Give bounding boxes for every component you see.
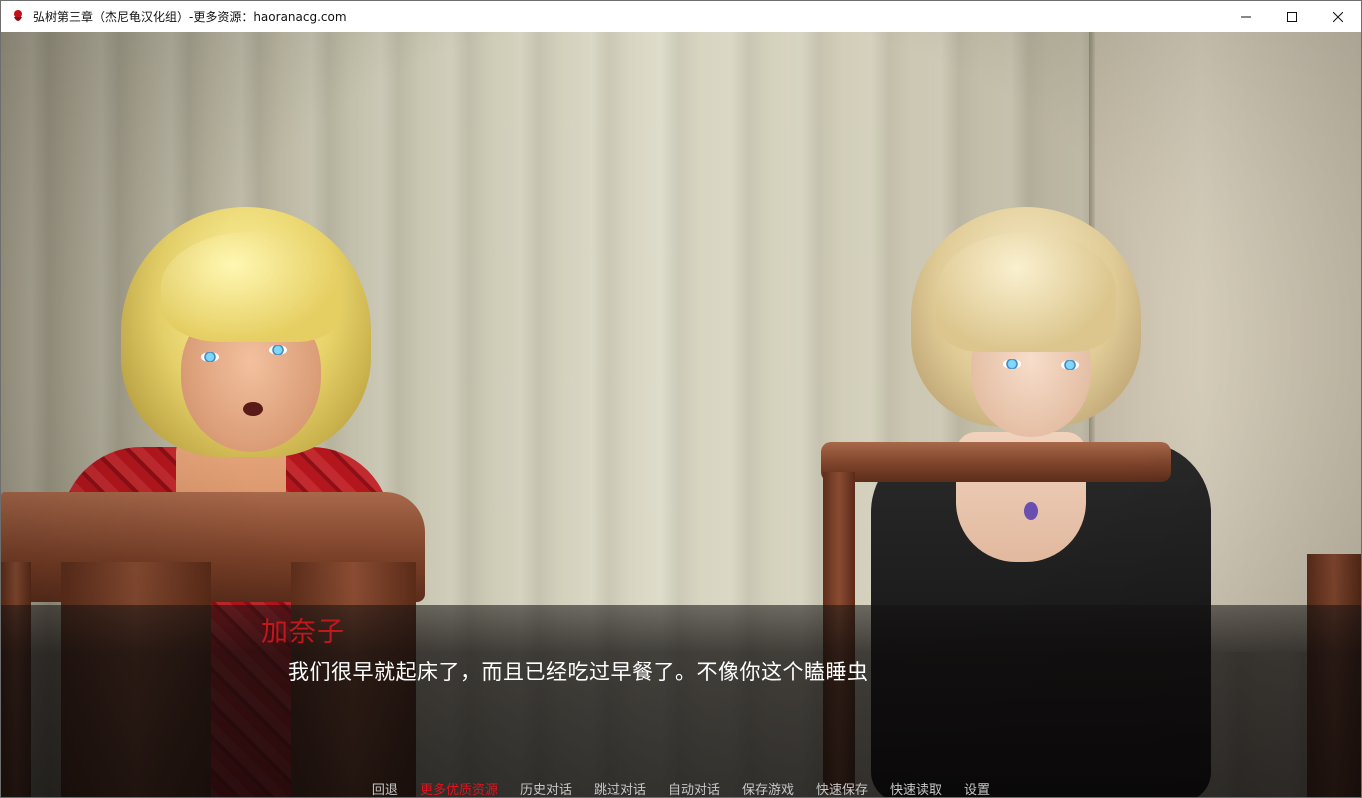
quick-menu-save[interactable]: 保存游戏 bbox=[742, 779, 794, 797]
speaker-name: 加奈子 bbox=[261, 617, 345, 648]
maximize-button[interactable] bbox=[1269, 1, 1315, 32]
window-title: 弘树第三章（杰尼龟汉化组）-更多资源：haoranacg.com bbox=[33, 10, 347, 24]
quick-menu-more-resources[interactable]: 更多优质资源 bbox=[420, 779, 498, 797]
title-bar[interactable]: 弘树第三章（杰尼龟汉化组）-更多资源：haoranacg.com bbox=[1, 1, 1361, 32]
close-icon bbox=[1333, 11, 1343, 22]
minimize-button[interactable] bbox=[1223, 1, 1269, 32]
quick-menu-auto[interactable]: 自动对话 bbox=[668, 779, 720, 797]
window-controls bbox=[1223, 1, 1361, 32]
close-button[interactable] bbox=[1315, 1, 1361, 32]
quick-menu-quick-save[interactable]: 快速保存 bbox=[816, 779, 868, 797]
app-icon bbox=[10, 9, 26, 25]
quick-menu: 回退 更多优质资源 历史对话 跳过对话 自动对话 保存游戏 快速保存 快速读取 … bbox=[1, 779, 1361, 797]
quick-menu-quick-load[interactable]: 快速读取 bbox=[890, 779, 942, 797]
dialogue-text: 我们很早就起床了，而且已经吃过早餐了。不像你这个瞌睡虫 bbox=[288, 660, 869, 684]
quick-menu-rollback[interactable]: 回退 bbox=[372, 779, 398, 797]
quick-menu-settings[interactable]: 设置 bbox=[964, 779, 990, 797]
quick-menu-skip[interactable]: 跳过对话 bbox=[594, 779, 646, 797]
minimize-icon bbox=[1241, 16, 1251, 17]
game-window: 弘树第三章（杰尼龟汉化组）-更多资源：haoranacg.com 加奈子 我们很… bbox=[0, 0, 1362, 798]
dialogue-box[interactable] bbox=[1, 605, 1361, 797]
quick-menu-history[interactable]: 历史对话 bbox=[520, 779, 572, 797]
maximize-icon bbox=[1287, 11, 1297, 22]
